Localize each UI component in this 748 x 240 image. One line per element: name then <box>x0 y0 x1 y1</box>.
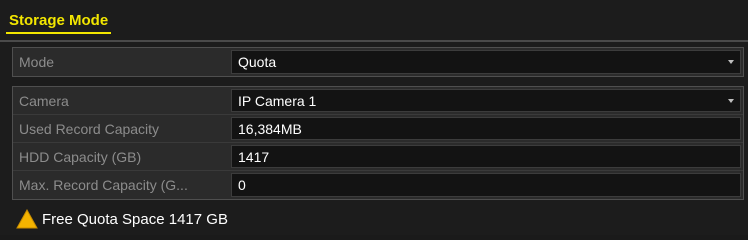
max-record-capacity-input[interactable]: 0 <box>231 173 741 197</box>
mode-select[interactable]: Quota <box>231 50 741 74</box>
page-title[interactable]: Storage Mode <box>6 10 112 34</box>
mode-label: Mode <box>19 54 55 70</box>
used-record-capacity-label: Used Record Capacity <box>19 120 160 137</box>
used-record-capacity-row: Used Record Capacity 16,384MB <box>13 115 743 143</box>
mode-section: Mode Quota <box>12 47 744 77</box>
camera-select-value: IP Camera 1 <box>238 92 317 109</box>
hdd-capacity-field: 1417 <box>231 145 741 168</box>
used-record-capacity-value: 16,384MB <box>238 120 302 137</box>
camera-select[interactable]: IP Camera 1 <box>231 89 741 112</box>
hdd-capacity-label: HDD Capacity (GB) <box>19 148 142 165</box>
max-record-capacity-value: 0 <box>238 177 246 193</box>
quota-status: Free Quota Space 1417 GB <box>16 208 228 230</box>
max-record-capacity-label: Max. Record Capacity (G... <box>19 177 188 193</box>
chevron-down-icon <box>728 60 734 64</box>
camera-label: Camera <box>19 92 69 109</box>
divider <box>0 40 748 42</box>
header: Storage Mode <box>6 10 112 36</box>
quota-settings-section: Camera IP Camera 1 Used Record Capacity … <box>12 86 744 200</box>
hdd-capacity-row: HDD Capacity (GB) 1417 <box>13 143 743 171</box>
max-record-capacity-row: Max. Record Capacity (G... 0 <box>13 171 743 199</box>
storage-mode-panel: Storage Mode Mode Quota Camera IP Camera… <box>0 0 748 235</box>
chevron-down-icon <box>728 98 734 103</box>
mode-row: Mode Quota <box>13 48 743 76</box>
warning-icon <box>16 208 38 229</box>
free-quota-space-text: Free Quota Space 1417 GB <box>42 210 228 228</box>
mode-select-value: Quota <box>238 54 277 70</box>
hdd-capacity-value: 1417 <box>238 148 270 165</box>
used-record-capacity-field: 16,384MB <box>231 117 741 140</box>
camera-row: Camera IP Camera 1 <box>13 87 743 115</box>
